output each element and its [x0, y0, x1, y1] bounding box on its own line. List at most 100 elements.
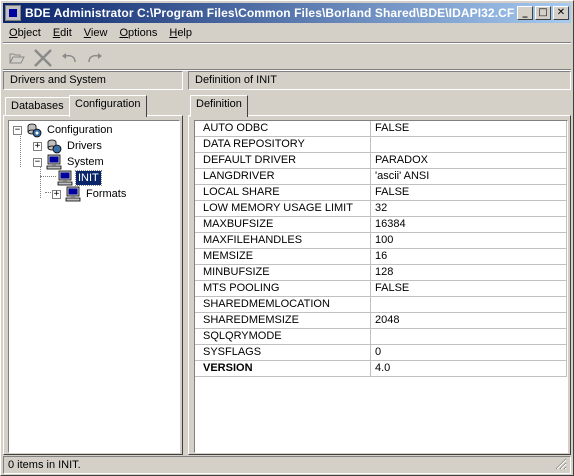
table-row[interactable]: MINBUFSIZE 128: [195, 265, 567, 281]
menu-view[interactable]: View: [78, 24, 114, 42]
parameter-name: MEMSIZE: [195, 249, 371, 265]
tree-line: [40, 166, 41, 198]
parameter-name: VERSION: [195, 361, 371, 377]
delete-icon: [34, 49, 52, 67]
tab-definition[interactable]: Definition: [190, 95, 248, 117]
computer-icon: [46, 154, 62, 170]
bde-administrator-window: BDE Administrator C:\Program Files\Commo…: [0, 0, 574, 476]
status-bar: 0 items in INIT.: [3, 456, 571, 474]
parameter-value[interactable]: 100: [371, 233, 567, 249]
table-row[interactable]: MAXBUFSIZE 16384: [195, 217, 567, 233]
parameter-value[interactable]: 0: [371, 345, 567, 361]
parameter-value[interactable]: 16: [371, 249, 567, 265]
parameter-name: SQLQRYMODE: [195, 329, 371, 345]
undo-button[interactable]: [57, 47, 81, 69]
status-text: 0 items in INIT.: [8, 459, 81, 471]
tree-label-init: INIT: [75, 170, 102, 186]
expand-toggle[interactable]: +: [52, 189, 61, 199]
table-row[interactable]: SYSFLAGS 0: [195, 345, 567, 361]
tab-configuration[interactable]: Configuration: [69, 95, 147, 117]
title-bar[interactable]: BDE Administrator C:\Program Files\Commo…: [3, 3, 571, 23]
redo-icon: [88, 53, 102, 63]
drivers-icon: [47, 139, 62, 154]
definition-grid: AUTO ODBC FALSE DATA REPOSITORY DEFAULT …: [194, 120, 568, 453]
parameter-name: LANGDRIVER: [195, 169, 371, 185]
computer-icon: [65, 186, 81, 202]
menu-edit[interactable]: Edit: [47, 24, 78, 42]
close-button[interactable]: ✕: [553, 6, 569, 20]
computer-icon: [57, 170, 73, 186]
toolbar-divider: [3, 42, 571, 44]
tree-line: [20, 134, 21, 167]
configuration-tree[interactable]: − Configuration + Drivers − System INIT …: [8, 120, 180, 453]
parameter-value[interactable]: FALSE: [371, 185, 567, 201]
tab-databases[interactable]: Databases: [5, 97, 70, 115]
table-row[interactable]: LOW MEMORY USAGE LIMIT 32: [195, 201, 567, 217]
parameter-name: AUTO ODBC: [195, 121, 371, 137]
table-row[interactable]: VERSION 4.0: [195, 361, 567, 377]
menu-options[interactable]: Options: [113, 24, 163, 42]
menu-object[interactable]: Object: [3, 24, 47, 42]
redo-button[interactable]: [83, 47, 107, 69]
collapse-toggle[interactable]: −: [33, 157, 42, 167]
configuration-icon: [27, 123, 42, 138]
tree-label-configuration: Configuration: [47, 124, 113, 136]
parameter-value[interactable]: FALSE: [371, 281, 567, 297]
parameter-value[interactable]: 16384: [371, 217, 567, 233]
table-row[interactable]: MTS POOLING FALSE: [195, 281, 567, 297]
expand-toggle[interactable]: +: [33, 141, 42, 151]
parameter-name: SHAREDMEMLOCATION: [195, 297, 371, 313]
parameter-value[interactable]: PARADOX: [371, 153, 567, 169]
table-row[interactable]: SHAREDMEMSIZE 2048: [195, 313, 567, 329]
tree-item-formats[interactable]: + Formats: [52, 186, 128, 202]
parameter-value[interactable]: FALSE: [371, 121, 567, 137]
right-panel-header: Definition of INIT: [188, 71, 571, 90]
parameter-value[interactable]: 2048: [371, 313, 567, 329]
table-row[interactable]: SQLQRYMODE: [195, 329, 567, 345]
table-row[interactable]: SHAREDMEMLOCATION: [195, 297, 567, 313]
parameter-name: LOCAL SHARE: [195, 185, 371, 201]
parameter-value[interactable]: [371, 137, 567, 153]
open-icon: [9, 53, 25, 64]
undo-icon: [62, 53, 76, 63]
parameter-value[interactable]: 128: [371, 265, 567, 281]
collapse-toggle[interactable]: −: [13, 125, 22, 135]
parameter-value[interactable]: 'ascii' ANSI: [371, 169, 567, 185]
menu-bar: Object Edit View Options Help: [3, 24, 198, 42]
toolbar: [5, 46, 109, 70]
table-row[interactable]: MAXFILEHANDLES 100: [195, 233, 567, 249]
resize-grip-icon[interactable]: [555, 458, 567, 470]
parameter-value[interactable]: [371, 297, 567, 313]
parameter-name: MAXBUFSIZE: [195, 217, 371, 233]
tree-item-init[interactable]: INIT: [57, 170, 102, 186]
tree-label-system: System: [67, 156, 104, 168]
parameter-name: LOW MEMORY USAGE LIMIT: [195, 201, 371, 217]
maximize-button[interactable]: □: [535, 6, 551, 20]
tree-item-drivers[interactable]: + Drivers: [33, 138, 104, 154]
parameter-name: DATA REPOSITORY: [195, 137, 371, 153]
parameter-name: MINBUFSIZE: [195, 265, 371, 281]
table-row[interactable]: MEMSIZE 16: [195, 249, 567, 265]
bde-app-icon[interactable]: [5, 5, 21, 21]
window-title: BDE Administrator C:\Program Files\Commo…: [25, 6, 515, 20]
parameter-value[interactable]: 4.0: [371, 361, 567, 377]
table-row[interactable]: DEFAULT DRIVER PARADOX: [195, 153, 567, 169]
parameter-name: DEFAULT DRIVER: [195, 153, 371, 169]
open-button[interactable]: [5, 47, 29, 69]
parameter-name: SHAREDMEMSIZE: [195, 313, 371, 329]
table-row[interactable]: AUTO ODBC FALSE: [195, 121, 567, 137]
tree-label-formats: Formats: [86, 188, 127, 200]
parameter-value[interactable]: [371, 329, 567, 345]
table-row[interactable]: LOCAL SHARE FALSE: [195, 185, 567, 201]
parameter-name: MTS POOLING: [195, 281, 371, 297]
tree-item-configuration[interactable]: − Configuration: [13, 122, 114, 138]
left-panel-header: Drivers and System: [3, 71, 183, 90]
minimize-button[interactable]: _: [517, 6, 533, 20]
tree-item-system[interactable]: − System: [33, 154, 106, 170]
delete-button[interactable]: [31, 47, 55, 69]
table-row[interactable]: LANGDRIVER 'ascii' ANSI: [195, 169, 567, 185]
table-row[interactable]: DATA REPOSITORY: [195, 137, 567, 153]
menu-help[interactable]: Help: [163, 24, 198, 42]
parameter-value[interactable]: 32: [371, 201, 567, 217]
parameter-name: SYSFLAGS: [195, 345, 371, 361]
